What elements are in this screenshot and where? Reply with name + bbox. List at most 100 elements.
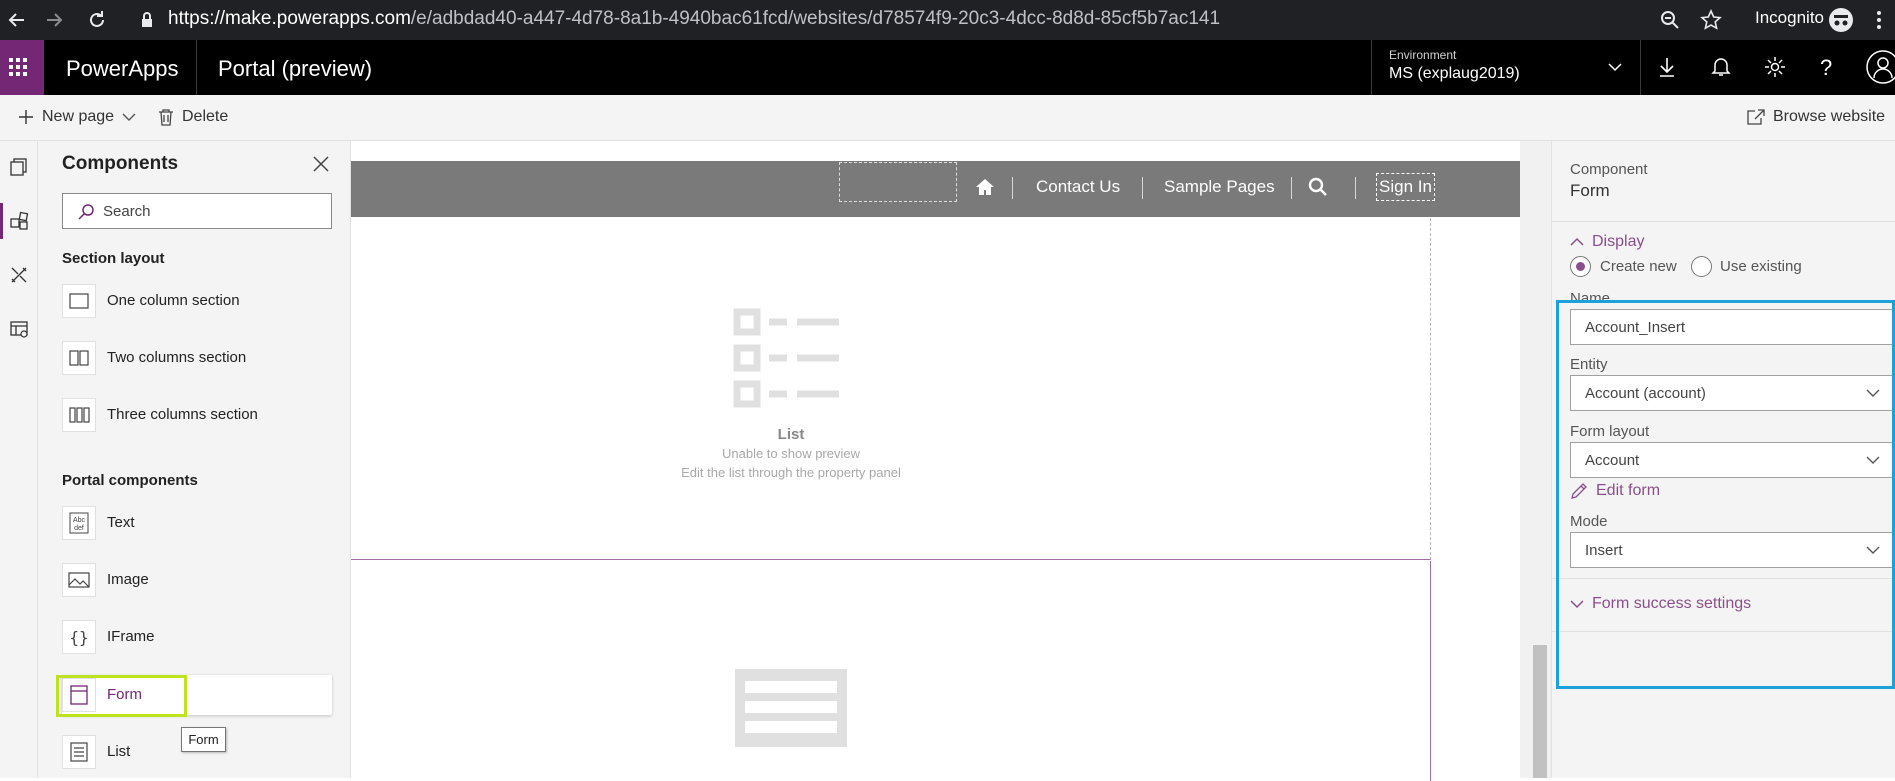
app-launcher-button[interactable]	[0, 40, 44, 95]
browser-menu-icon[interactable]	[1876, 10, 1882, 30]
chevron-down-icon	[122, 112, 136, 122]
sign-in-link[interactable]: Sign In	[1376, 173, 1435, 201]
reload-icon[interactable]	[87, 10, 107, 30]
app-header: PowerApps Portal (preview) Environment M…	[0, 40, 1895, 95]
plus-icon	[18, 109, 34, 125]
nav-divider	[1012, 177, 1013, 199]
svg-text:Abc: Abc	[73, 517, 86, 524]
incognito-label: Incognito	[1755, 8, 1824, 27]
three-columns-section-item[interactable]: Three columns section	[62, 395, 332, 435]
iframe-icon: {}	[62, 620, 96, 654]
environment-value: MS (explaug2019)	[1389, 65, 1520, 82]
one-column-section-item[interactable]: One column section	[62, 281, 332, 321]
home-icon[interactable]	[975, 178, 995, 196]
item-label: Two columns section	[107, 349, 247, 366]
image-component-item[interactable]: Image	[62, 560, 332, 600]
help-icon[interactable]: ?	[1820, 55, 1832, 81]
search-icon	[77, 203, 95, 221]
form-placeholder-icon	[733, 667, 849, 749]
item-label: IFrame	[107, 628, 155, 645]
item-label: Three columns section	[107, 406, 258, 423]
list-placeholder-icon	[733, 308, 843, 408]
search-input[interactable]: Search	[62, 193, 332, 229]
bell-icon[interactable]	[1711, 56, 1731, 78]
item-label: Image	[107, 571, 149, 588]
components-title: Components	[62, 153, 179, 174]
url-domain: https://make.powerapps.com	[168, 8, 411, 29]
nav-sample-pages[interactable]: Sample Pages	[1164, 177, 1275, 197]
templates-icon[interactable]	[9, 319, 29, 339]
one-column-icon	[62, 284, 96, 318]
command-bar: New page Delete Browse website	[0, 95, 1895, 141]
browse-website-label: Browse website	[1773, 108, 1886, 125]
display-settings-highlight	[1556, 300, 1895, 689]
header-divider	[1640, 40, 1641, 95]
iframe-component-item[interactable]: {} IFrame	[62, 617, 332, 657]
component-label: Component	[1570, 161, 1648, 178]
text-component-item[interactable]: Abc def Text	[62, 503, 332, 543]
page-title: Portal (preview)	[218, 56, 373, 81]
list-preview-line2: Edit the list through the property panel	[681, 465, 901, 480]
text-icon: Abc def	[62, 506, 96, 540]
waffle-icon	[8, 57, 28, 77]
download-icon[interactable]	[1658, 57, 1676, 77]
pages-icon[interactable]	[9, 157, 29, 177]
three-columns-icon	[62, 398, 96, 432]
search-icon[interactable]	[1308, 177, 1328, 197]
create-new-label: Create new	[1600, 258, 1677, 275]
tooltip: Form	[181, 727, 226, 752]
back-icon[interactable]	[8, 11, 26, 29]
form-section[interactable]	[351, 561, 1431, 781]
item-label: List	[107, 743, 131, 760]
list-preview-line1: Unable to show preview	[721, 446, 861, 461]
browse-website-button[interactable]: Browse website	[1747, 108, 1885, 126]
url-path: /e/adbdad40-a447-4d78-8a1b-4940bac61fcd/…	[410, 8, 1221, 29]
environment-picker[interactable]: Environment MS (explaug2019)	[1371, 40, 1636, 95]
components-icon[interactable]	[9, 211, 29, 231]
display-label: Display	[1592, 233, 1645, 250]
address-bar[interactable]: https://make.powerapps.com/e/adbdad40-a4…	[168, 8, 1220, 30]
left-rail	[0, 141, 38, 778]
trash-icon	[158, 108, 174, 126]
avatar[interactable]	[1866, 50, 1895, 84]
page-canvas: Contact Us Sample Pages Sign In List Una…	[351, 141, 1551, 781]
item-label: Text	[107, 514, 135, 531]
component-value: Form	[1570, 181, 1610, 200]
close-icon[interactable]	[311, 154, 331, 174]
two-columns-section-item[interactable]: Two columns section	[62, 338, 332, 378]
section-layout-heading: Section layout	[62, 250, 165, 267]
environment-label: Environment	[1389, 48, 1457, 62]
nav-divider	[1142, 177, 1143, 199]
incognito-icon[interactable]	[1828, 7, 1854, 33]
nav-divider	[1355, 177, 1356, 199]
gear-icon[interactable]	[1764, 56, 1786, 78]
use-existing-radio[interactable]	[1691, 256, 1712, 277]
delete-label: Delete	[182, 108, 229, 125]
item-label: One column section	[107, 292, 240, 309]
list-icon	[62, 735, 96, 769]
delete-button[interactable]: Delete	[158, 108, 228, 126]
lock-icon	[141, 12, 153, 28]
divider	[1552, 221, 1895, 222]
themes-icon[interactable]	[9, 265, 29, 285]
zoom-icon[interactable]	[1660, 10, 1680, 30]
form-highlight	[56, 675, 187, 717]
header-divider	[196, 40, 197, 95]
create-new-radio[interactable]	[1570, 256, 1591, 277]
new-page-button[interactable]: New page	[18, 108, 136, 126]
display-accordion[interactable]: Display	[1570, 233, 1644, 251]
svg-text:def: def	[74, 525, 84, 532]
app-brand[interactable]: PowerApps	[66, 56, 179, 82]
list-preview-title: List	[777, 426, 805, 443]
scrollbar-thumb[interactable]	[1533, 645, 1547, 778]
svg-text:{}: {}	[69, 628, 88, 647]
external-link-icon	[1747, 109, 1765, 125]
use-existing-label: Use existing	[1720, 258, 1802, 275]
logo-placeholder[interactable]	[839, 162, 957, 202]
star-icon[interactable]	[1700, 9, 1722, 31]
two-columns-icon	[62, 341, 96, 375]
nav-contact-us[interactable]: Contact Us	[1036, 177, 1120, 197]
list-section[interactable]: List Unable to show preview Edit the lis…	[351, 218, 1431, 560]
portal-components-heading: Portal components	[62, 472, 198, 489]
forward-icon[interactable]	[45, 11, 63, 29]
